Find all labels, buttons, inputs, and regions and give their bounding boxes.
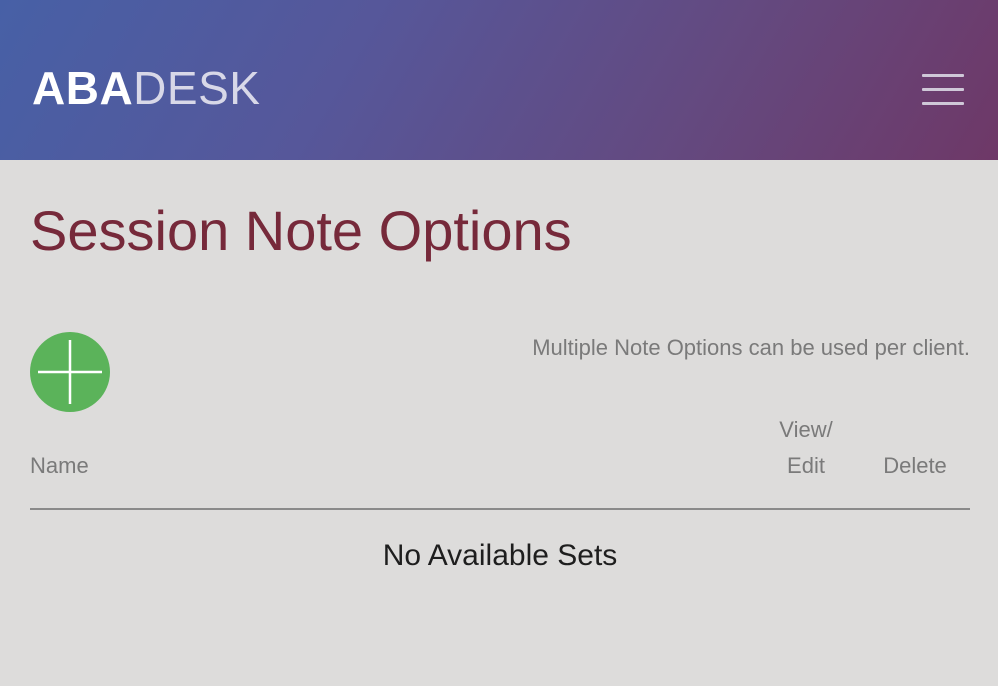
column-header-view-edit-line: View/ <box>779 417 833 442</box>
empty-state-message: No Available Sets <box>382 539 618 572</box>
logo[interactable]: ABADESK <box>32 62 260 114</box>
column-header-view-edit-line: Edit <box>787 453 825 478</box>
menu-line <box>922 102 964 105</box>
menu-line <box>922 74 964 77</box>
hamburger-menu-icon[interactable] <box>922 72 964 106</box>
plus-icon <box>38 340 102 404</box>
column-header-delete: Delete <box>883 453 947 478</box>
column-header-name: Name <box>30 453 89 478</box>
logo-light-text: DESK <box>133 62 261 114</box>
add-note-option-button[interactable] <box>30 332 110 412</box>
menu-line <box>922 88 964 91</box>
page-title: Session Note Options <box>30 199 572 262</box>
table-divider <box>30 508 970 510</box>
app-header: ABADESK <box>0 0 998 160</box>
hint-text: Multiple Note Options can be used per cl… <box>532 335 970 360</box>
column-header-view-edit: View/Edit <box>766 412 846 484</box>
logo-bold-text: ABA <box>32 62 134 114</box>
